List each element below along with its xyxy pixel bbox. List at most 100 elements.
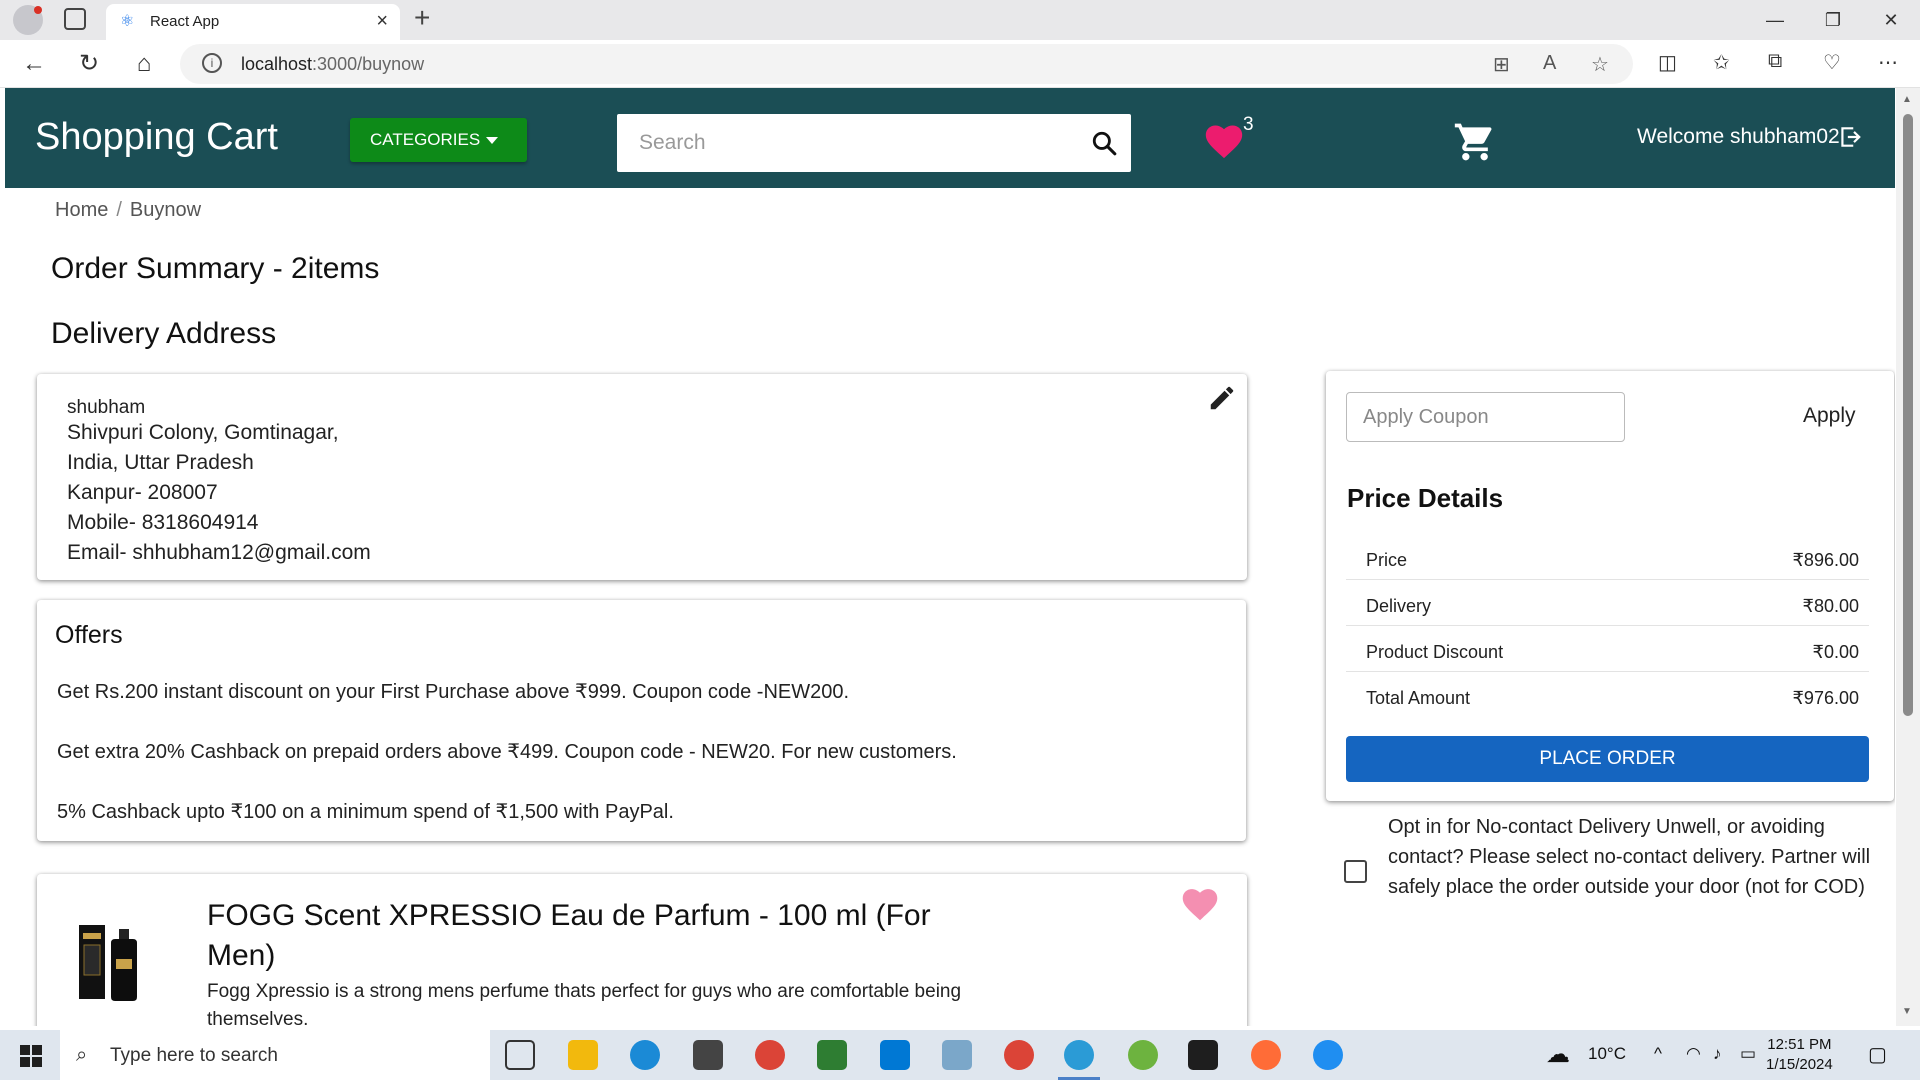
microsoft-store-icon[interactable] — [693, 1040, 723, 1070]
price-row-value: ₹0.00 — [1812, 642, 1860, 662]
postman-icon[interactable] — [1251, 1040, 1281, 1070]
chrome-profile-icon[interactable] — [1004, 1040, 1034, 1070]
address-line-2: India, Uttar Pradesh — [67, 451, 254, 474]
no-contact-text: Opt in for No-contact Delivery Unwell, o… — [1388, 816, 1871, 898]
breadcrumb-separator: / — [116, 199, 122, 221]
edit-pencil-icon[interactable] — [1207, 383, 1237, 413]
wishlist-count: 3 — [1243, 114, 1254, 135]
browser-essentials-icon[interactable]: ♡ — [1823, 50, 1841, 75]
collections-icon[interactable]: ⧉ — [1768, 50, 1782, 73]
breadcrumb-home-link[interactable]: Home — [55, 199, 108, 221]
search-icon: ⌕ — [76, 1044, 88, 1066]
split-screen-icon[interactable]: ◫ — [1658, 50, 1677, 75]
product-description: Fogg Xpressio is a strong mens perfume t… — [207, 981, 962, 1026]
address-line-3: Kanpur- 208007 — [67, 481, 218, 504]
favorite-star-icon[interactable]: ☆ — [1591, 52, 1609, 77]
windows-start-icon[interactable] — [20, 1045, 42, 1067]
categories-button[interactable]: CATEGORIES — [350, 118, 527, 162]
product-card: FOGG Scent XPRESSIO Eau de Parfum - 100 … — [37, 874, 1247, 1026]
coupon-input[interactable] — [1347, 393, 1624, 441]
volume-icon[interactable]: ♪ — [1713, 1044, 1722, 1064]
wishlist-heart-icon[interactable] — [1179, 884, 1221, 922]
welcome-user-text[interactable]: Welcome shubham02 — [1637, 125, 1840, 149]
back-icon[interactable]: ← — [18, 48, 50, 80]
restore-icon[interactable]: ❐ — [1804, 0, 1862, 40]
scroll-down-icon[interactable]: ▼ — [1902, 1006, 1912, 1017]
address-card: shubham Shivpuri Colony, Gomtinagar, Ind… — [37, 374, 1247, 580]
home-icon[interactable]: ⌂ — [128, 48, 160, 80]
search-box — [617, 114, 1131, 172]
browser-tab[interactable]: ⚛ React App × — [106, 4, 400, 40]
price-row: Delivery ₹80.00 — [1346, 580, 1869, 626]
edge-browser-icon[interactable] — [630, 1040, 660, 1070]
wishlist-heart-icon[interactable] — [1201, 120, 1247, 160]
apply-coupon-button[interactable]: Apply — [1803, 404, 1856, 428]
weather-temp[interactable]: 10°C — [1588, 1044, 1626, 1064]
place-order-button[interactable]: PLACE ORDER — [1346, 736, 1869, 782]
window-controls: — ❐ ✕ — [1746, 0, 1920, 40]
product-title[interactable]: FOGG Scent XPRESSIO Eau de Parfum - 100 … — [207, 896, 977, 976]
network-icon[interactable]: ◠ — [1686, 1044, 1701, 1064]
offer-item: Get extra 20% Cashback on prepaid orders… — [57, 741, 957, 763]
search-icon[interactable] — [1091, 130, 1117, 156]
react-favicon-icon: ⚛ — [120, 13, 135, 30]
coupon-field — [1346, 392, 1625, 442]
new-tab-icon[interactable]: + — [414, 2, 430, 34]
price-row: Price ₹896.00 — [1346, 534, 1869, 580]
caret-down-icon — [486, 137, 499, 145]
tab-close-icon[interactable]: × — [376, 10, 388, 33]
logout-icon[interactable] — [1837, 124, 1863, 150]
address-email: Email- shhubham12@gmail.com — [67, 541, 371, 564]
price-row-label: Delivery — [1366, 596, 1432, 616]
breadcrumb-current: Buynow — [129, 199, 202, 221]
offers-card: Offers Get Rs.200 instant discount on yo… — [37, 600, 1246, 841]
read-aloud-icon[interactable]: A — [1543, 52, 1556, 75]
cart-icon[interactable] — [1452, 120, 1498, 164]
refresh-icon[interactable]: ↻ — [73, 48, 105, 80]
show-hidden-icons[interactable]: ^ — [1654, 1044, 1662, 1064]
order-summary-heading: Order Summary - 2items — [51, 252, 380, 285]
profile-avatar-icon[interactable] — [13, 5, 43, 35]
product-image[interactable] — [75, 919, 145, 1005]
no-contact-checkbox[interactable] — [1344, 860, 1367, 883]
close-window-icon[interactable]: ✕ — [1862, 0, 1920, 40]
chrome-icon[interactable] — [755, 1040, 785, 1070]
favorites-icon[interactable]: ✩ — [1713, 50, 1730, 75]
weather-cloud-icon[interactable]: ☁ — [1546, 1040, 1570, 1069]
breadcrumb: Home / Buynow — [55, 199, 201, 222]
notifications-icon[interactable]: ▢ — [1868, 1042, 1887, 1067]
taskbar-search[interactable]: ⌕ Type here to search — [60, 1030, 490, 1080]
app-header: Shopping Cart CATEGORIES 3 Welcome shubh… — [5, 88, 1895, 188]
offer-item: 5% Cashback upto ₹100 on a minimum spend… — [57, 801, 674, 823]
file-explorer-icon[interactable] — [568, 1040, 598, 1070]
settings-app-icon[interactable] — [1313, 1040, 1343, 1070]
scrollbar-thumb[interactable] — [1903, 114, 1913, 716]
clock-date: 1/15/2024 — [1766, 1056, 1833, 1073]
spring-tool-icon[interactable] — [1128, 1040, 1158, 1070]
url-field[interactable]: i localhost:3000/buynow ⊞ A ☆ — [180, 44, 1633, 84]
clock-time: 12:51 PM — [1767, 1036, 1832, 1053]
vscode-icon[interactable] — [880, 1040, 910, 1070]
price-details-title: Price Details — [1347, 483, 1504, 513]
search-input[interactable] — [617, 114, 1077, 172]
task-view-icon[interactable] — [505, 1040, 535, 1070]
browser-address-bar: ← ↻ ⌂ i localhost:3000/buynow ⊞ A ☆ ◫ ✩ … — [0, 40, 1920, 88]
price-row-value: ₹896.00 — [1792, 550, 1859, 570]
terminal-icon[interactable] — [1188, 1040, 1218, 1070]
price-row-value: ₹80.00 — [1802, 596, 1860, 616]
more-menu-icon[interactable]: ⋯ — [1878, 50, 1898, 75]
offers-title: Offers — [55, 621, 123, 649]
scroll-up-icon[interactable]: ▲ — [1902, 94, 1912, 105]
page-scrollbar[interactable]: ▲ ▼ — [1896, 88, 1920, 1026]
notepad-plus-icon[interactable] — [817, 1040, 847, 1070]
minimize-icon[interactable]: — — [1746, 0, 1804, 40]
battery-icon[interactable]: ▭ — [1740, 1044, 1756, 1064]
brand-title[interactable]: Shopping Cart — [35, 116, 278, 159]
edge-active-icon[interactable] — [1058, 1040, 1100, 1080]
app-icon[interactable] — [942, 1040, 972, 1070]
site-info-icon[interactable]: i — [202, 53, 222, 73]
taskbar-clock[interactable]: 12:51 PM 1/15/2024 — [1766, 1035, 1833, 1075]
tab-actions-icon[interactable] — [64, 8, 86, 30]
page-viewport: Shopping Cart CATEGORIES 3 Welcome shubh… — [5, 88, 1895, 1026]
app-available-icon[interactable]: ⊞ — [1493, 52, 1510, 77]
